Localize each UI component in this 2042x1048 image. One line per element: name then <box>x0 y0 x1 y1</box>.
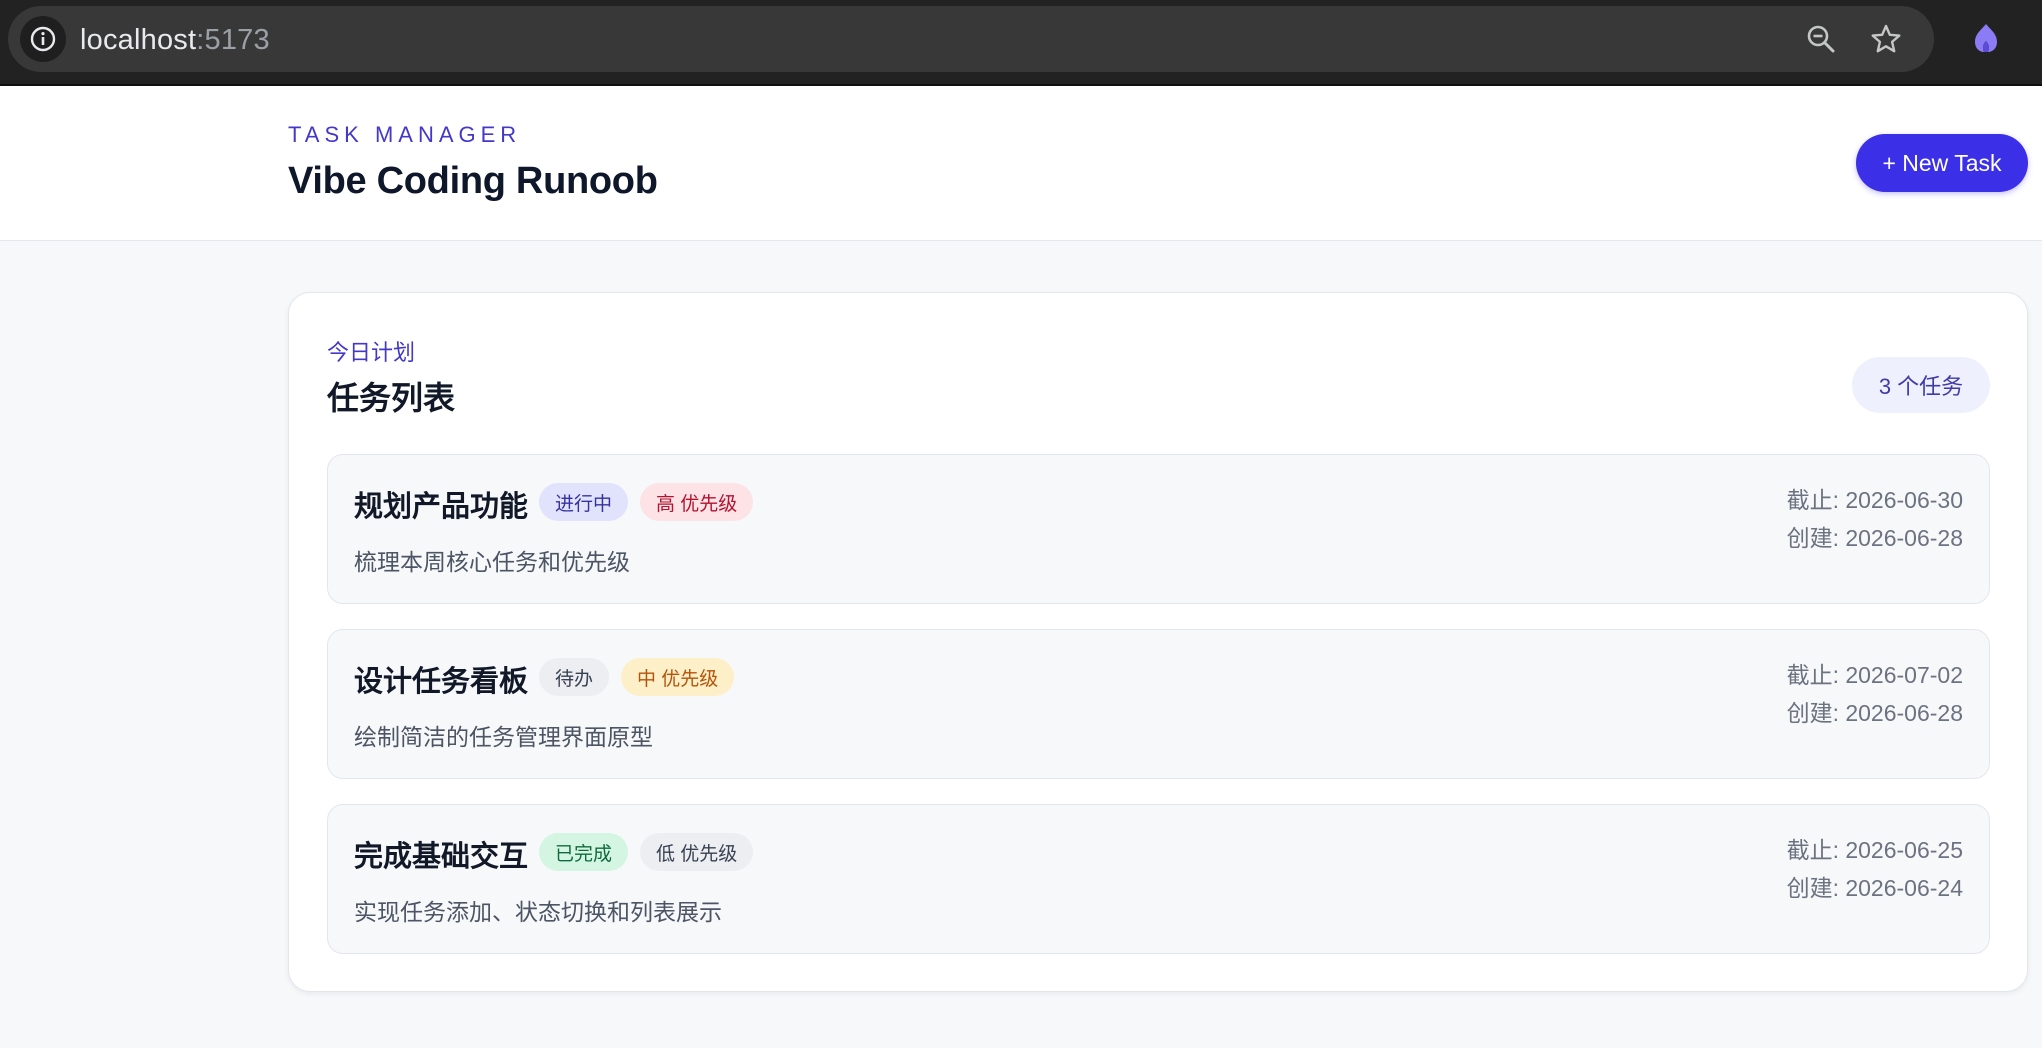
task-description: 梳理本周核心任务和优先级 <box>354 549 630 575</box>
priority-badge: 高 优先级 <box>640 483 754 521</box>
status-badge[interactable]: 已完成 <box>539 833 629 871</box>
created-date: 创建: 2026-06-24 <box>1786 875 1963 901</box>
url-text[interactable]: localhost:5173 <box>80 24 270 56</box>
card-title: 任务列表 <box>327 380 456 416</box>
due-date: 截止: 2026-06-25 <box>1786 837 1963 863</box>
task-title: 设计任务看板 <box>354 666 529 698</box>
priority-badge: 低 优先级 <box>640 833 754 871</box>
task-description: 绘制简洁的任务管理界面原型 <box>354 724 653 750</box>
task-dates: 截止: 2026-06-30 创建: 2026-06-28 <box>1787 481 1963 557</box>
app-eyebrow: TASK MANAGER <box>288 122 522 147</box>
task-title: 完成基础交互 <box>354 841 529 873</box>
status-badge[interactable]: 待办 <box>539 658 610 696</box>
app-title: Vibe Coding Runoob <box>288 160 658 202</box>
task-tags: 进行中 高 优先级 <box>539 483 754 521</box>
due-date: 截止: 2026-07-02 <box>1786 662 1963 688</box>
info-icon[interactable] <box>20 16 66 62</box>
task-item[interactable]: 规划产品功能 进行中 高 优先级 梳理本周核心任务和优先级 截止: 2026-0… <box>327 454 1990 604</box>
status-badge[interactable]: 进行中 <box>539 483 629 521</box>
extension-icon[interactable] <box>1966 18 2006 58</box>
task-list-card: 今日计划 任务列表 3 个任务 规划产品功能 进行中 高 优先级 梳理本周核心任… <box>288 292 2028 992</box>
task-dates: 截止: 2026-06-25 创建: 2026-06-24 <box>1787 831 1963 907</box>
created-date: 创建: 2026-06-28 <box>1786 700 1963 726</box>
new-task-button[interactable]: + New Task <box>1856 134 2028 192</box>
star-icon[interactable] <box>1869 22 1903 56</box>
task-item[interactable]: 完成基础交互 已完成 低 优先级 实现任务添加、状态切换和列表展示 截止: 20… <box>327 804 1990 954</box>
task-description: 实现任务添加、状态切换和列表展示 <box>354 899 722 925</box>
browser-toolbar: localhost:5173 <box>0 0 2042 86</box>
task-count-badge: 3 个任务 <box>1852 357 1990 413</box>
address-bar[interactable]: localhost:5173 <box>8 6 1934 72</box>
created-date: 创建: 2026-06-28 <box>1786 525 1963 551</box>
task-title: 规划产品功能 <box>354 491 529 523</box>
task-tags: 待办 中 优先级 <box>539 658 735 696</box>
app-header: TASK MANAGER Vibe Coding Runoob + New Ta… <box>0 86 2042 241</box>
url-host: localhost <box>80 24 197 56</box>
priority-badge: 中 优先级 <box>621 658 735 696</box>
task-item[interactable]: 设计任务看板 待办 中 优先级 绘制简洁的任务管理界面原型 截止: 2026-0… <box>327 629 1990 779</box>
task-tags: 已完成 低 优先级 <box>539 833 754 871</box>
url-port: :5173 <box>196 24 270 56</box>
task-dates: 截止: 2026-07-02 创建: 2026-06-28 <box>1787 656 1963 732</box>
due-date: 截止: 2026-06-30 <box>1786 487 1963 513</box>
card-eyebrow: 今日计划 <box>327 340 416 365</box>
zoom-out-icon[interactable] <box>1804 22 1838 56</box>
